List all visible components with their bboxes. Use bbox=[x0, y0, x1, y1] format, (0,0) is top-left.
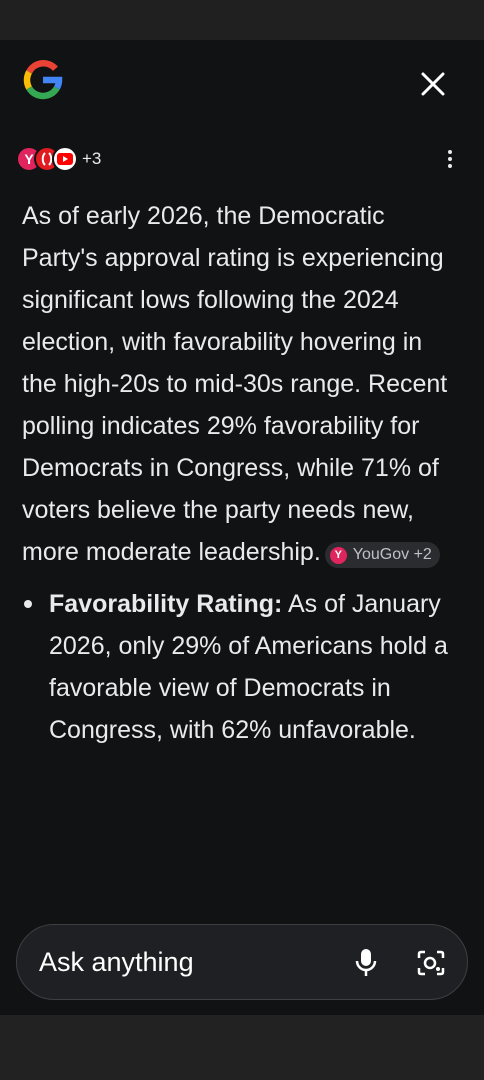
microphone-icon bbox=[355, 949, 377, 976]
ask-input[interactable]: Ask anything bbox=[16, 924, 468, 1000]
answer-bullets: Favorability Rating: As of January 2026,… bbox=[22, 583, 462, 751]
navigation-bar bbox=[0, 1015, 484, 1080]
youtube-icon bbox=[52, 146, 78, 172]
mic-button[interactable] bbox=[348, 943, 384, 983]
close-icon bbox=[421, 72, 445, 96]
more-vertical-icon[interactable] bbox=[437, 145, 463, 173]
camera-search-icon bbox=[417, 950, 445, 976]
answer-body: As of early 2026, the Democratic Party's… bbox=[22, 195, 462, 751]
answer-paragraph: As of early 2026, the Democratic Party's… bbox=[22, 195, 462, 573]
sources-row[interactable]: Y +3 bbox=[16, 143, 101, 175]
close-button[interactable] bbox=[412, 63, 454, 105]
lens-button[interactable] bbox=[412, 943, 450, 983]
sources-more-count: +3 bbox=[82, 149, 102, 168]
status-bar bbox=[0, 0, 484, 40]
yougov-icon: Y bbox=[329, 546, 347, 564]
bullet-item: Favorability Rating: As of January 2026,… bbox=[22, 583, 462, 751]
ai-answer-sheet: Y +3 As of early 2026, the Democratic Pa… bbox=[0, 40, 484, 1015]
citation-chip[interactable]: Y YouGov +2 bbox=[324, 542, 440, 568]
bullet-title: Favorability Rating: bbox=[49, 590, 283, 618]
citation-label: YouGov +2 bbox=[352, 546, 432, 563]
google-g-logo-icon bbox=[20, 57, 66, 103]
ask-placeholder: Ask anything bbox=[39, 947, 194, 977]
answer-paragraph-text: As of early 2026, the Democratic Party's… bbox=[22, 202, 448, 566]
